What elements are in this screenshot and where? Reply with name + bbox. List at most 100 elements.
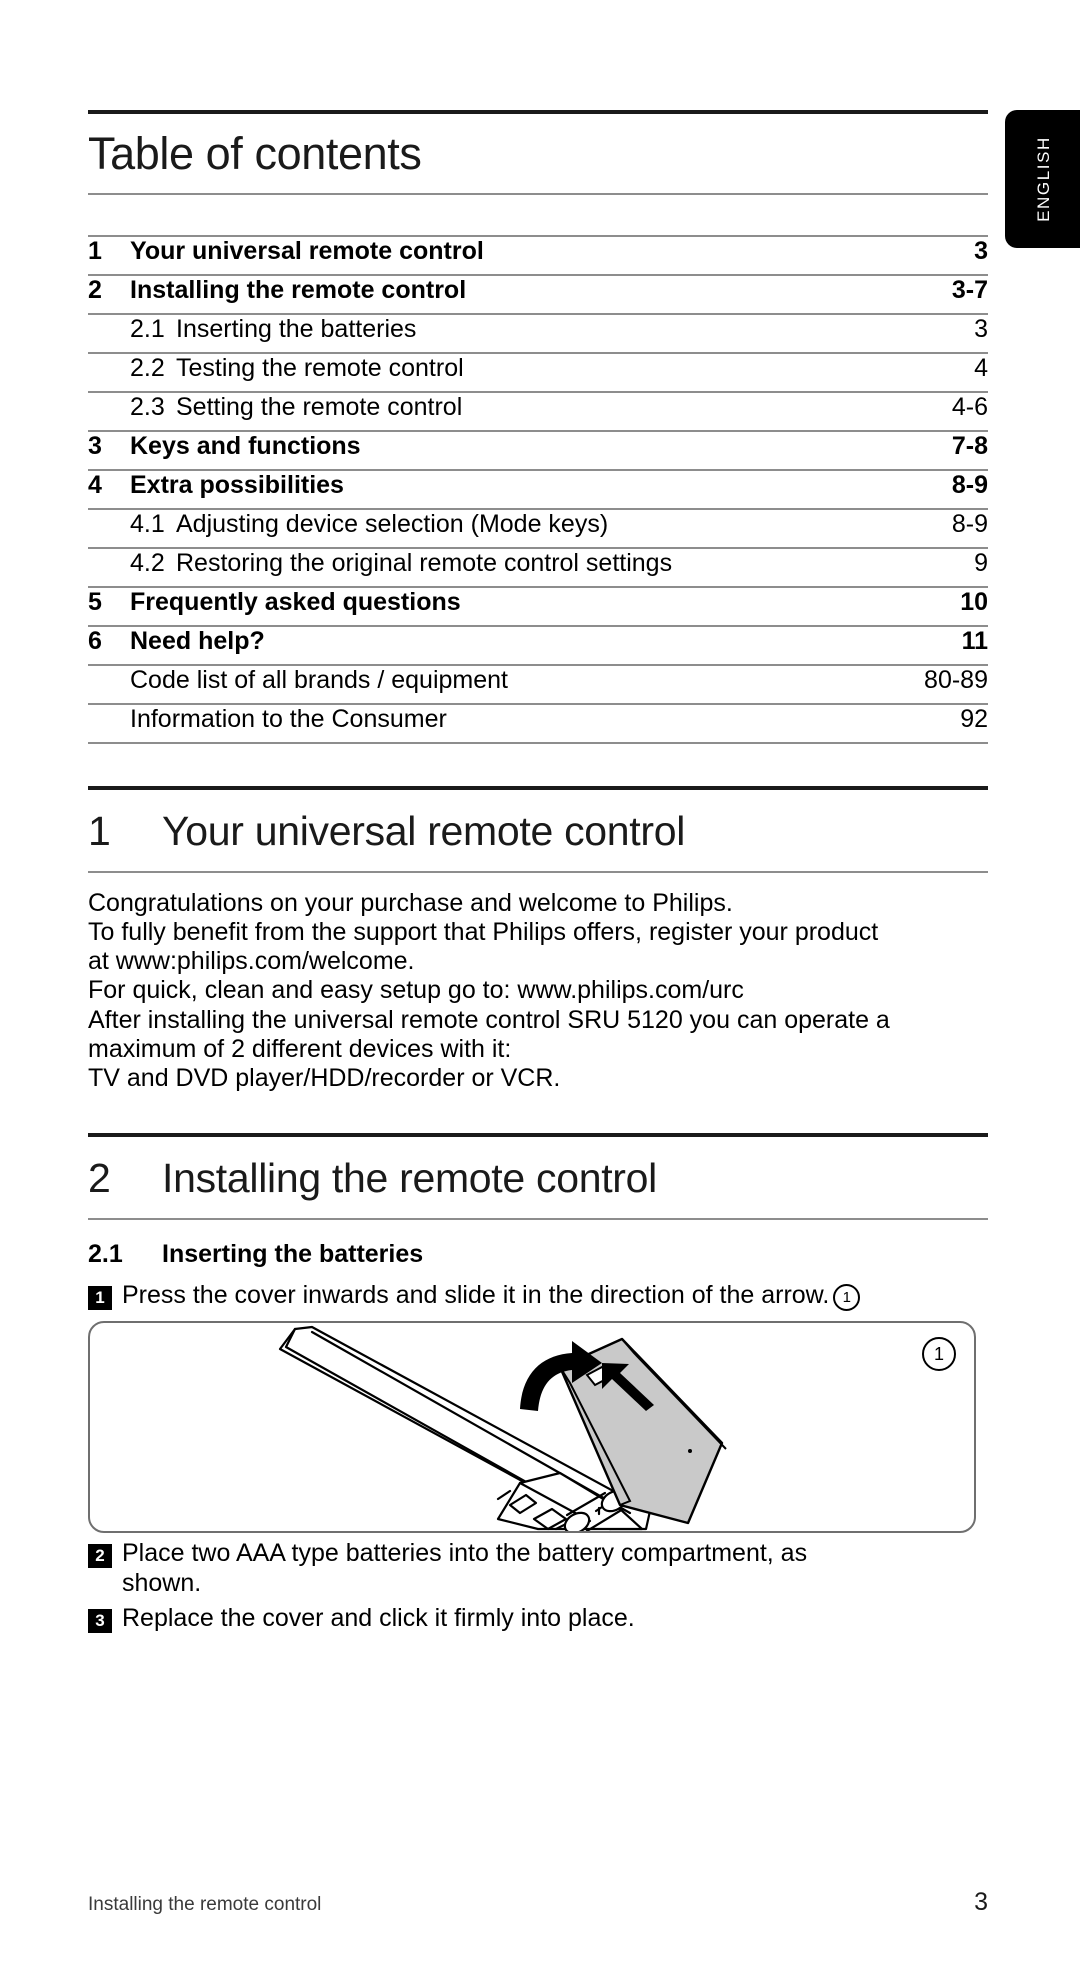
step-number-badge: 1: [88, 1286, 112, 1311]
toc-row-pages: 8-9: [951, 470, 988, 499]
language-tab-label: ENGLISH: [1034, 136, 1053, 222]
language-tab-english: ENGLISH: [1005, 110, 1080, 248]
toc-row-label: Keys and functions: [130, 431, 361, 460]
step-text: Press the cover inwards and slide it in …: [122, 1281, 988, 1312]
toc-row-subnumber: 4.1: [130, 509, 165, 538]
toc-row-title: Adjusting device selection (Mode keys): [176, 509, 609, 538]
toc-row-number: 1: [88, 236, 102, 265]
instruction-step: 1 Press the cover inwards and slide it in…: [88, 1281, 988, 1312]
toc-row-pages: 11: [961, 626, 988, 655]
toc-row-label: Installing the remote control: [130, 275, 467, 304]
section2-title: Installing the remote control: [162, 1155, 657, 1202]
toc-title-underrule: [88, 192, 988, 195]
toc-row-number: 6: [88, 626, 102, 655]
toc-row-pages: 92: [960, 704, 988, 733]
toc-row[interactable]: 1 Your universal remote control 3: [88, 237, 988, 274]
subsection-2-1-title: Inserting the batteries: [162, 1240, 424, 1269]
toc-row-subnumber: 4.2: [130, 548, 165, 577]
footer-section-name: Installing the remote control: [88, 1894, 322, 1915]
toc-rows-container: 1 Your universal remote control 3 2 Installi…: [88, 237, 988, 744]
toc-row-pages: 3-7: [951, 275, 988, 304]
section2-heading: 2 Installing the remote control: [88, 1137, 988, 1218]
section1-number: 1: [88, 807, 111, 854]
toc-row-subnumber: 2.2: [130, 353, 165, 382]
toc-row-label: Need help?: [130, 626, 265, 655]
toc-row-label: Code list of all brands / equipment: [130, 665, 508, 694]
body-line: After installing the universal remote co…: [88, 1005, 890, 1034]
toc-row-label: Extra possibilities: [130, 470, 344, 499]
toc-row[interactable]: 5 Frequently asked questions 10: [88, 588, 988, 625]
toc-row-label: 4.1 Adjusting device selection (Mode keys…: [130, 510, 932, 539]
remote-control-drawing: [278, 1326, 727, 1532]
toc-row-subnumber: 2.1: [130, 314, 165, 343]
toc-row-label: 2.3 Setting the remote control: [130, 393, 932, 422]
battery-cover-illustration: 1: [88, 1321, 976, 1534]
toc-row-pages: 8-9: [951, 509, 988, 538]
section1-body-text: Congratulations on your purchase and wel…: [88, 873, 988, 1094]
step-line: Replace the cover and click it firmly in…: [122, 1604, 635, 1633]
toc-row[interactable]: 2.3 Setting the remote control 4-6: [88, 393, 988, 430]
toc-row-title: Restoring the original remote control se…: [176, 548, 673, 577]
step-line: Press the cover inwards and slide it in …: [122, 1281, 988, 1312]
page-content: Table of contents 1 Your universal remote…: [88, 0, 988, 1634]
toc-row-label: Frequently asked questions: [130, 587, 461, 616]
step-text: Place two AAA type batteries into the ba…: [122, 1539, 988, 1598]
toc-row-number: 2: [88, 275, 102, 304]
toc-row-label: Your universal remote control: [130, 236, 484, 265]
page-title: Table of contents: [88, 128, 422, 179]
toc-row[interactable]: 2 Installing the remote control 3-7: [88, 276, 988, 313]
subsection-2-1-number: 2.1: [88, 1240, 123, 1269]
step-line: shown.: [122, 1568, 202, 1597]
toc-row[interactable]: 4.1 Adjusting device selection (Mode keys…: [88, 510, 988, 547]
document-page: ENGLISH Table of contents 1 Your universa…: [0, 0, 1080, 1972]
toc-row[interactable]: 3 Keys and functions 7-8: [88, 432, 988, 469]
page-footer: Installing the remote control 3: [88, 1888, 988, 1917]
toc-row-subnumber: 2.3: [130, 392, 165, 421]
body-line: maximum of 2 different devices with it:: [88, 1034, 512, 1063]
table-of-contents: 1 Your universal remote control 3 2 Installi…: [88, 234, 988, 744]
toc-row-title: Inserting the batteries: [176, 314, 417, 343]
subsection-2-1-heading: 2.1 Inserting the batteries: [88, 1220, 988, 1275]
toc-row-label: Information to the Consumer: [130, 704, 447, 733]
body-line: To fully benefit from the support that P…: [88, 917, 879, 946]
toc-row-number: 5: [88, 587, 102, 616]
toc-row[interactable]: 4.2 Restoring the original remote control…: [88, 549, 988, 586]
step-text: Replace the cover and click it firmly in…: [122, 1604, 988, 1634]
step-1-container: 1 Press the cover inwards and slide it in…: [88, 1281, 988, 1312]
toc-row[interactable]: Information to the Consumer 92: [88, 705, 988, 742]
toc-row-pages: 4: [974, 353, 988, 382]
steps-container: 2 Place two AAA type batteries into the b…: [88, 1539, 988, 1634]
toc-row-number: 3: [88, 431, 102, 460]
toc-row-label: 2.1 Inserting the batteries: [130, 315, 954, 344]
toc-row-title: Testing the remote control: [176, 353, 464, 382]
toc-row-pages: 9: [974, 548, 988, 577]
toc-row[interactable]: 2.2 Testing the remote control 4: [88, 354, 988, 391]
step-number-badge: 2: [88, 1544, 112, 1569]
instruction-step: 2 Place two AAA type batteries into the b…: [88, 1539, 988, 1598]
toc-row-pages: 4-6: [951, 392, 988, 421]
toc-row-label: 2.2 Testing the remote control: [130, 354, 954, 383]
toc-row-label: 4.2 Restoring the original remote control…: [130, 549, 954, 578]
body-line: For quick, clean and easy setup go to: w…: [88, 976, 744, 1005]
body-line: TV and DVD player/HDD/recorder or VCR.: [88, 1064, 561, 1093]
toc-row-pages: 3: [974, 314, 988, 343]
section2-number: 2: [88, 1155, 111, 1202]
instruction-step: 3 Replace the cover and click it firmly i…: [88, 1604, 988, 1634]
toc-row-pages: 10: [960, 587, 988, 616]
toc-row-title: Setting the remote control: [176, 392, 463, 421]
body-line: at www:philips.com/welcome.: [88, 947, 415, 976]
footer-page-number: 3: [974, 1888, 988, 1916]
toc-row-number: 4: [88, 470, 102, 499]
toc-row[interactable]: 6 Need help? 11: [88, 627, 988, 664]
step-reference-marker: 1: [833, 1284, 861, 1312]
step-number-badge: 3: [88, 1609, 112, 1634]
toc-row-pages: 3: [974, 236, 988, 265]
toc-row-pages: 7-8: [951, 431, 988, 460]
step-line: Place two AAA type batteries into the ba…: [122, 1539, 808, 1568]
section1-title: Your universal remote control: [162, 807, 686, 854]
section1-heading: 1 Your universal remote control: [88, 790, 988, 871]
body-line: Congratulations on your purchase and wel…: [88, 888, 733, 917]
toc-row[interactable]: 4 Extra possibilities 8-9: [88, 471, 988, 508]
toc-row[interactable]: 2.1 Inserting the batteries 3: [88, 315, 988, 352]
toc-row[interactable]: Code list of all brands / equipment 80-89: [88, 666, 988, 703]
